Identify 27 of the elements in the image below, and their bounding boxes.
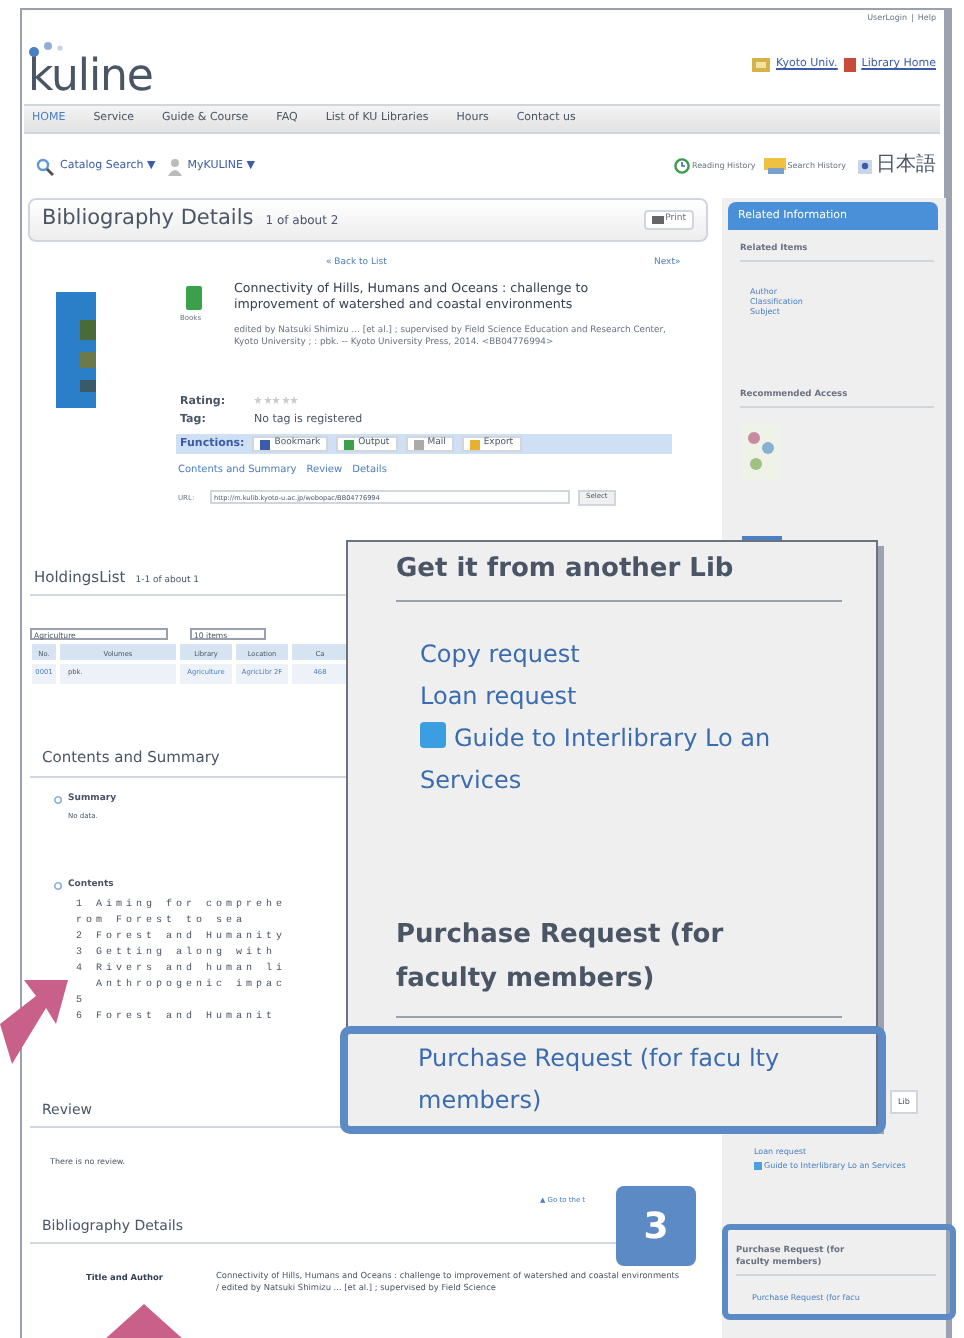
cover-thumbnail-placeholder <box>742 424 782 480</box>
callout-link[interactable]: Loan request <box>420 676 816 718</box>
language-link[interactable]: 日本語 <box>876 156 936 176</box>
logo: kuline <box>28 56 153 100</box>
book-icon <box>186 286 202 310</box>
arrow-icon <box>104 1304 184 1338</box>
section-title: Bibliography Details <box>42 204 254 235</box>
clock-icon <box>674 158 690 174</box>
callout-link[interactable]: Guide to Interlibrary Lo an Services <box>420 718 816 802</box>
callout-heading: Purchase Request (for faculty members) <box>396 918 726 998</box>
bullet-icon <box>54 882 62 890</box>
function-icon <box>260 439 271 449</box>
help-icon <box>420 722 446 748</box>
bullet-icon <box>54 796 62 804</box>
function-icon <box>469 439 480 449</box>
function-icon <box>344 439 355 449</box>
callout-link[interactable]: Copy request <box>420 634 816 676</box>
callout-link[interactable]: Purchase Request (for facu lty members) <box>418 1038 814 1122</box>
book-cover-placeholder <box>56 292 96 408</box>
step-badge: 3 <box>616 1186 696 1266</box>
printer-icon <box>651 216 664 224</box>
function-icon <box>413 439 424 449</box>
help-icon <box>754 1162 762 1170</box>
folder-icon <box>763 158 786 174</box>
callout-heading: Get it from another Lib <box>396 550 842 601</box>
user-icon <box>167 157 182 175</box>
search-icon <box>36 157 54 175</box>
